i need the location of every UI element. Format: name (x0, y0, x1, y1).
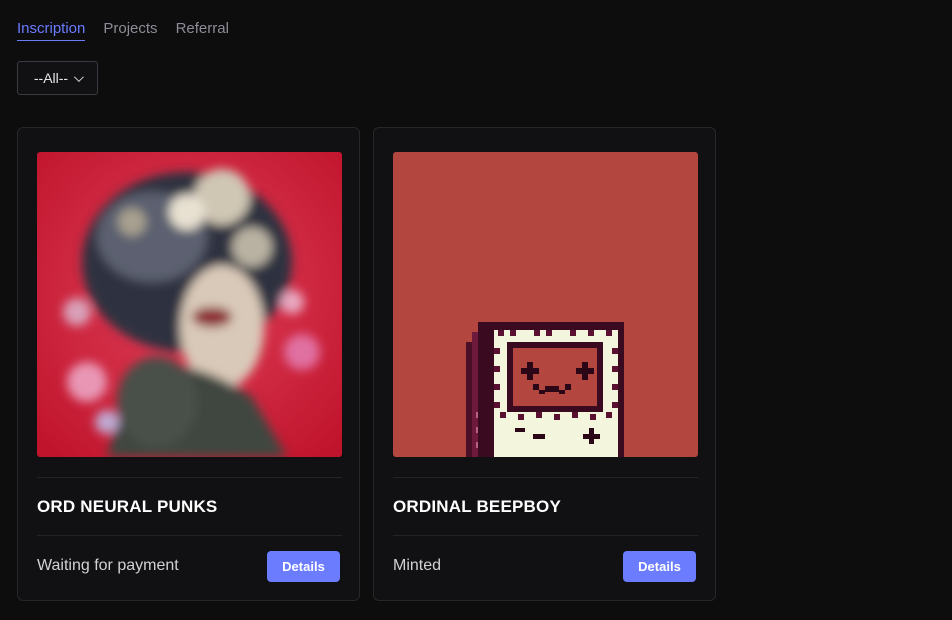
collection-card: ORDINAL BEEPBOY Minted Details (373, 127, 716, 601)
card-image-neural-punk (37, 152, 342, 457)
details-button[interactable]: Details (623, 551, 696, 582)
card-divider (393, 477, 698, 478)
collection-card: ORD NEURAL PUNKS Waiting for payment Det… (17, 127, 360, 601)
filter-select-value: --All-- (33, 70, 69, 86)
card-image-beepboy (393, 152, 698, 457)
card-title: ORDINAL BEEPBOY (393, 497, 561, 516)
tab-projects[interactable]: Projects (103, 20, 157, 41)
chevron-down-icon (74, 71, 84, 82)
card-title: ORD NEURAL PUNKS (37, 497, 218, 516)
card-status: Waiting for payment (37, 557, 179, 574)
card-divider (37, 535, 342, 536)
filter-select[interactable]: --All-- (17, 61, 98, 95)
tab-referral[interactable]: Referral (176, 20, 229, 41)
card-divider (393, 535, 698, 536)
tab-bar: Inscription Projects Referral (17, 20, 229, 41)
card-status: Minted (393, 557, 442, 574)
details-button[interactable]: Details (267, 551, 340, 582)
tab-inscription[interactable]: Inscription (17, 20, 86, 41)
card-divider (37, 477, 342, 478)
